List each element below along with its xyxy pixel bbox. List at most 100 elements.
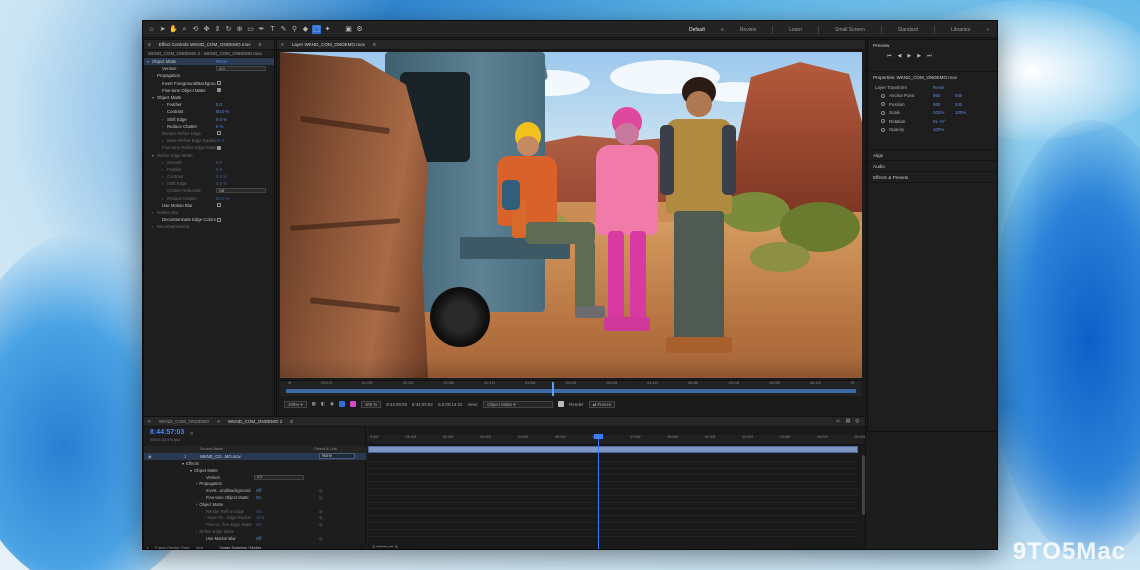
layer-duration-bar[interactable] bbox=[286, 389, 856, 393]
tab-effect-controls[interactable]: Effect Controls WKND_COM_ONDEMO.mov bbox=[159, 42, 251, 47]
expression-icon[interactable]: ◎ bbox=[319, 536, 323, 541]
effect-property-checkbox[interactable] bbox=[217, 203, 221, 208]
timeline-property-row[interactable]: ▾ Object Matte bbox=[144, 468, 366, 475]
column-source-name[interactable]: Source Name bbox=[200, 447, 223, 451]
layer-name[interactable]: WKND_CO...MO.mov bbox=[200, 454, 241, 459]
effect-property-value[interactable]: 0.0 % bbox=[216, 174, 227, 179]
freeze-button[interactable]: ⇄ Freeze bbox=[588, 400, 616, 408]
timeline-property-row[interactable]: Invert...und/Background Off ◎ bbox=[144, 488, 366, 495]
show-channel-icon[interactable] bbox=[338, 401, 345, 407]
disclosure-triangle-icon[interactable]: › bbox=[196, 502, 197, 507]
object-selection-tool-icon[interactable]: ⬚ bbox=[312, 24, 321, 34]
effect-property-row[interactable]: › Reduce Chatter 50.0 % bbox=[144, 195, 274, 202]
timeline-property-row[interactable]: Version 4.0 bbox=[144, 474, 366, 482]
first-frame-icon[interactable]: ⏮ bbox=[887, 53, 892, 59]
stopwatch-icon[interactable] bbox=[881, 119, 885, 124]
panel-menu-icon[interactable]: ≡ bbox=[148, 42, 151, 47]
timeline-tracks[interactable]: 0:00f01:00f02:00f03:00f04:00f05:00f06:00… bbox=[368, 427, 865, 549]
effect-property-value[interactable]: 0.0 bbox=[216, 102, 222, 107]
footage-viewport[interactable] bbox=[280, 52, 862, 378]
grid-icon[interactable]: ▦ bbox=[312, 401, 316, 407]
close-tab-icon[interactable]: × bbox=[281, 42, 284, 47]
transform-property-value[interactable]: 540 bbox=[955, 93, 962, 98]
timeline-property-value[interactable]: Off bbox=[256, 536, 262, 541]
timeline-zoom-bar[interactable]: ⊖ ━━━━○━━ ⊕ bbox=[368, 544, 865, 549]
workspace-small-screen[interactable]: Small Screen bbox=[835, 27, 865, 33]
previous-frame-icon[interactable]: ◀ bbox=[898, 53, 902, 59]
panel-menu-icon[interactable]: ≡ bbox=[373, 42, 376, 47]
panel-menu-icon[interactable]: ≡ bbox=[259, 42, 262, 47]
home-icon[interactable]: ⌂ bbox=[147, 25, 156, 34]
effect-property-checkbox[interactable] bbox=[217, 131, 221, 136]
transform-property-value[interactable]: 960 bbox=[933, 93, 940, 98]
effect-property-checkbox[interactable] bbox=[217, 217, 221, 222]
tab-layer[interactable]: Layer WKND_COM_ONDEMO.mov bbox=[292, 42, 365, 47]
effect-property-row[interactable]: › Feather 0.0 bbox=[144, 101, 274, 108]
effect-property-row[interactable]: ▾ Object Matte bbox=[144, 94, 274, 101]
effect-property-row[interactable]: ▾ Refine Edge Matte bbox=[144, 151, 274, 158]
effect-property-value[interactable]: 0.0 % bbox=[216, 181, 227, 186]
reset-link[interactable]: Reset bbox=[933, 85, 944, 90]
transform-property-value[interactable]: 100% bbox=[955, 110, 966, 115]
timeline-property-row[interactable]: › Propagation bbox=[144, 481, 366, 488]
matte-color-swatch[interactable] bbox=[349, 401, 356, 407]
transform-property-value[interactable]: 960 bbox=[933, 102, 940, 107]
stopwatch-icon[interactable] bbox=[881, 93, 885, 98]
workspace-overflow-icon[interactable]: » bbox=[986, 27, 989, 33]
effect-property-value[interactable]: 0 % bbox=[216, 124, 223, 129]
current-time-value[interactable]: 8:44:00:00 bbox=[386, 402, 407, 407]
effect-property-value[interactable]: 50.0 % bbox=[216, 196, 229, 201]
effect-property-row[interactable]: Decontaminate Edge Colors bbox=[144, 216, 274, 223]
effect-property-checkbox[interactable] bbox=[217, 88, 221, 93]
graph-editor-icon[interactable]: ⌇ bbox=[865, 418, 866, 424]
panel-menu-icon[interactable]: ≡ bbox=[290, 419, 293, 424]
effect-property-row[interactable]: Render Refine Edge bbox=[144, 130, 274, 137]
transform-property-row[interactable]: Position 960 540 bbox=[873, 100, 993, 109]
disclosure-triangle-icon[interactable]: ▾ bbox=[190, 468, 192, 473]
timeline-property-value[interactable]: On bbox=[256, 522, 262, 527]
transform-property-row[interactable]: Rotation 0x +0° bbox=[873, 117, 993, 126]
frame-blending-icon[interactable]: ▤ bbox=[845, 418, 850, 424]
effect-property-row[interactable]: Invert Foreground/Backgrou bbox=[144, 80, 274, 87]
column-parent-link[interactable]: Parent & Link bbox=[314, 447, 337, 451]
disclosure-triangle-icon[interactable]: › bbox=[204, 515, 205, 520]
effect-property-row[interactable]: › Contrast 0.0 % bbox=[144, 173, 274, 180]
effect-property-row[interactable]: › Feather 0.0 bbox=[144, 166, 274, 173]
timeline-property-value[interactable]: 10.0 bbox=[256, 515, 264, 520]
workspace-default[interactable]: Default bbox=[689, 27, 705, 33]
collapsed-section-header[interactable]: Align bbox=[868, 150, 997, 161]
effect-property-row[interactable]: Chatter Reduction Off bbox=[144, 187, 274, 194]
snapshot-icon[interactable]: ◉ bbox=[330, 401, 334, 407]
shy-icon[interactable]: ☺ bbox=[835, 418, 840, 424]
play-icon[interactable]: ▶ bbox=[907, 53, 911, 59]
workspace-menu-icon[interactable]: ≡ bbox=[721, 27, 724, 33]
pan-camera-icon[interactable]: ✥ bbox=[202, 25, 211, 34]
view-select[interactable]: Object Matte ▾ bbox=[483, 400, 554, 408]
transform-property-row[interactable]: Anchor Point 960 540 bbox=[873, 92, 993, 101]
stopwatch-icon[interactable] bbox=[881, 127, 885, 132]
timeline-property-row[interactable]: Render Refine Edge On ◎ bbox=[144, 509, 366, 516]
pen-tool-icon[interactable]: ✒ bbox=[257, 25, 266, 34]
effect-property-value[interactable]: 0.0 bbox=[216, 167, 222, 172]
disclosure-triangle-icon[interactable]: › bbox=[196, 529, 197, 534]
selection-tool-icon[interactable]: ➤ bbox=[158, 25, 167, 34]
orbit-camera-icon[interactable]: ⟲ bbox=[191, 25, 200, 34]
disclosure-triangle-icon[interactable]: › bbox=[196, 481, 197, 486]
effect-property-row[interactable]: › Base Refine Edge Radius 10.0 bbox=[144, 137, 274, 144]
transform-property-value[interactable]: 100% bbox=[933, 127, 944, 132]
snapping-icon[interactable]: ▣ bbox=[344, 25, 353, 34]
brush-tool-icon[interactable]: ✎ bbox=[279, 25, 288, 34]
layer-duration-bar[interactable] bbox=[368, 446, 858, 453]
disclosure-triangle-icon[interactable]: ▾ bbox=[182, 461, 184, 466]
expression-icon[interactable]: ◎ bbox=[319, 495, 323, 500]
expression-icon[interactable]: ◎ bbox=[319, 515, 323, 520]
effect-property-row[interactable]: › Contrast 60.0 % bbox=[144, 108, 274, 115]
rotate-tool-icon[interactable]: ↻ bbox=[224, 25, 233, 34]
timeline-property-value[interactable]: Off bbox=[256, 488, 262, 493]
timeline-search-icon[interactable]: ⌕ bbox=[190, 431, 193, 438]
close-tab-icon[interactable]: × bbox=[217, 419, 220, 424]
effect-property-value[interactable]: 60.0 % bbox=[216, 109, 229, 114]
hand-tool-icon[interactable]: ✋ bbox=[169, 25, 178, 34]
parent-select[interactable]: None bbox=[319, 453, 355, 459]
timeline-property-select[interactable]: 4.0 bbox=[254, 474, 304, 480]
